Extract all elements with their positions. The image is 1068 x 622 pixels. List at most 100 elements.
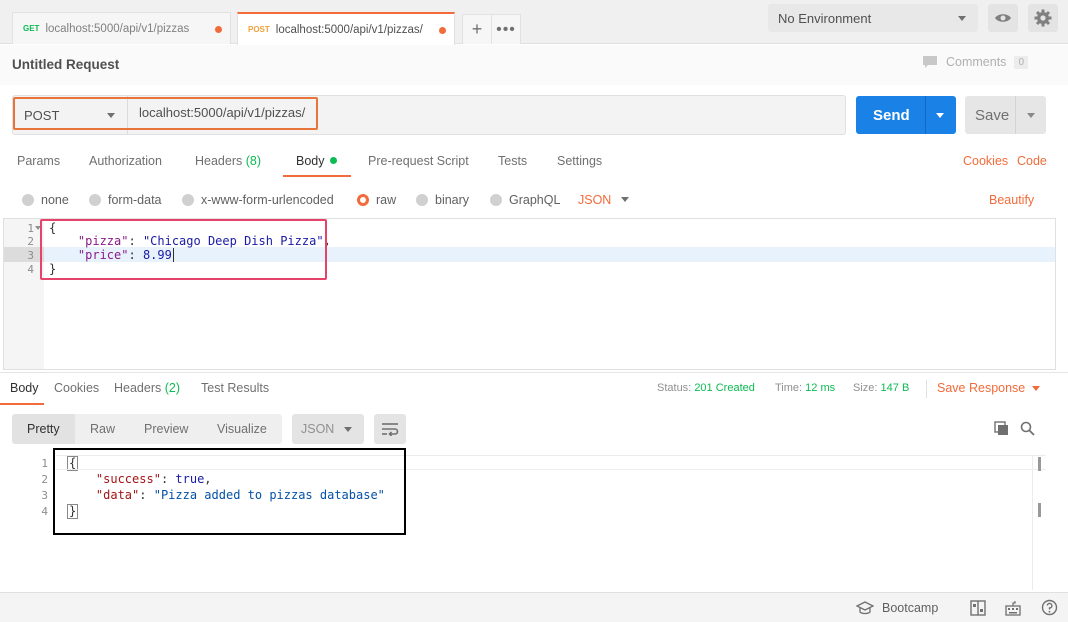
environment-quick-look-button[interactable] <box>988 4 1018 32</box>
chevron-down-icon <box>958 16 966 21</box>
method-select[interactable]: POST <box>13 96 128 134</box>
code-line-price: "price": 8.99 <box>77 248 174 262</box>
line-number: 3 <box>27 249 34 262</box>
tab-test-results[interactable]: Test Results <box>201 381 269 395</box>
line-number: 2 <box>41 473 48 486</box>
tab-authorization[interactable]: Authorization <box>89 154 162 168</box>
headers-count: (8) <box>245 154 262 168</box>
url-input[interactable]: localhost:5000/api/v1/pizzas/ <box>139 105 305 120</box>
tab-response-body[interactable]: Body <box>10 381 39 395</box>
response-body-viewer[interactable]: 1 2 3 4 { "success": true, "data": "Pizz… <box>0 452 1048 590</box>
tab-settings[interactable]: Settings <box>557 154 602 168</box>
json-string-value: "Chicago Deep Dish Pizza" <box>142 234 324 248</box>
search-icon[interactable] <box>1020 421 1035 436</box>
cookies-link[interactable]: Cookies <box>963 154 1008 168</box>
active-line <box>56 455 1046 470</box>
plus-icon: + <box>471 19 483 39</box>
radio-circle-selected <box>357 194 369 206</box>
line-number: 4 <box>27 263 34 276</box>
new-tab-button[interactable]: + <box>462 14 492 44</box>
response-format-select[interactable]: JSON <box>292 414 364 444</box>
request-tabs: Params Authorization Headers (8) Body Pr… <box>0 145 1068 177</box>
radio-circle <box>89 194 101 206</box>
more-icon: ••• <box>496 20 516 38</box>
save-label: Save <box>975 106 1010 124</box>
beautify-link[interactable]: Beautify <box>989 193 1034 207</box>
line-number: 4 <box>41 505 48 518</box>
view-pretty-button[interactable]: Pretty <box>27 422 60 436</box>
tab-pre-request-script[interactable]: Pre-request Script <box>368 154 469 168</box>
bootcamp-button[interactable]: Bootcamp <box>856 601 938 615</box>
radio-binary[interactable]: binary <box>416 193 469 207</box>
radio-urlencoded[interactable]: x-www-form-urlencoded <box>182 193 334 207</box>
divider <box>925 96 926 134</box>
radio-none[interactable]: none <box>22 193 69 207</box>
request-body-editor[interactable]: 1 2 3 4 { "pizza": "Chicago Deep Dish Pi… <box>3 218 1056 370</box>
tab-tests[interactable]: Tests <box>498 154 527 168</box>
code-brace-close: } <box>49 262 57 276</box>
wrap-icon <box>382 423 399 436</box>
request-tab-get[interactable]: GET localhost:5000/api/v1/pizzas <box>12 12 231 44</box>
request-tab-post[interactable]: POST localhost:5000/api/v1/pizzas/ <box>237 12 455 45</box>
active-tab-underline <box>283 175 351 177</box>
send-label: Send <box>873 106 910 124</box>
code-brace-close: } <box>67 504 79 519</box>
fold-arrow-icon[interactable] <box>35 226 41 230</box>
comments-button[interactable]: Comments 0 <box>922 55 1028 69</box>
tab-response-headers-label: Headers <box>114 381 162 395</box>
line-number: 3 <box>41 489 48 502</box>
radio-form-data[interactable]: form-data <box>89 193 162 207</box>
response-headers-count: (2) <box>164 381 181 395</box>
comments-label: Comments <box>946 55 1007 69</box>
code-link[interactable]: Code <box>1017 154 1047 168</box>
code-line-pizza: "pizza": "Chicago Deep Dish Pizza", <box>77 234 331 248</box>
view-preview-button[interactable]: Preview <box>144 422 188 436</box>
request-title[interactable]: Untitled Request <box>12 57 119 72</box>
save-button[interactable]: Save <box>965 96 1046 134</box>
wrap-lines-button[interactable] <box>374 414 406 444</box>
keyboard-icon[interactable] <box>1005 600 1021 616</box>
method-tag: POST <box>248 25 270 34</box>
tab-headers[interactable]: Headers (8) <box>195 154 261 168</box>
tab-options-button[interactable]: ••• <box>491 14 521 44</box>
size-value: 147 B <box>880 382 910 394</box>
tab-params[interactable]: Params <box>17 154 60 168</box>
environment-select[interactable]: No Environment <box>768 4 978 32</box>
json-boolean-value: true <box>175 472 205 486</box>
radio-circle <box>182 194 194 206</box>
radio-circle <box>22 194 34 206</box>
body-format-select[interactable]: JSON <box>578 193 611 207</box>
chevron-down-icon[interactable] <box>936 113 944 118</box>
copy-icon[interactable] <box>994 421 1009 436</box>
tab-body[interactable]: Body <box>296 154 337 168</box>
active-tab-underline <box>0 403 44 405</box>
unsaved-dot <box>215 26 222 33</box>
tab-response-headers[interactable]: Headers (2) <box>114 381 180 395</box>
radio-label: raw <box>376 193 397 207</box>
view-visualize-button[interactable]: Visualize <box>217 422 267 436</box>
radio-label: x-www-form-urlencoded <box>201 193 334 207</box>
send-button[interactable]: Send <box>856 96 956 134</box>
line-number: 2 <box>27 235 34 248</box>
tab-response-cookies[interactable]: Cookies <box>54 381 99 395</box>
radio-raw[interactable]: raw <box>357 193 396 207</box>
scroll-marker <box>1038 503 1041 517</box>
radio-graphql[interactable]: GraphQL <box>490 193 560 207</box>
save-response-button[interactable]: Save Response <box>937 381 1025 395</box>
radio-circle <box>490 194 502 206</box>
unsaved-dot <box>439 27 446 34</box>
response-view-toolbar: Pretty Raw Preview Visualize <box>12 414 282 444</box>
scroll-marker <box>1038 457 1041 471</box>
response-size: Size: 147 B <box>853 382 909 394</box>
settings-button[interactable] <box>1028 4 1058 32</box>
view-raw-button[interactable]: Raw <box>90 422 115 436</box>
scrollbar[interactable] <box>1032 455 1046 590</box>
divider <box>926 380 927 398</box>
layout-icon[interactable] <box>970 600 986 616</box>
chevron-down-icon[interactable] <box>1032 386 1040 391</box>
chevron-down-icon[interactable] <box>621 197 629 202</box>
chevron-down-icon[interactable] <box>1027 113 1035 118</box>
help-icon[interactable] <box>1041 599 1058 616</box>
line-number: 1 <box>41 457 48 470</box>
response-format-value: JSON <box>301 422 335 436</box>
